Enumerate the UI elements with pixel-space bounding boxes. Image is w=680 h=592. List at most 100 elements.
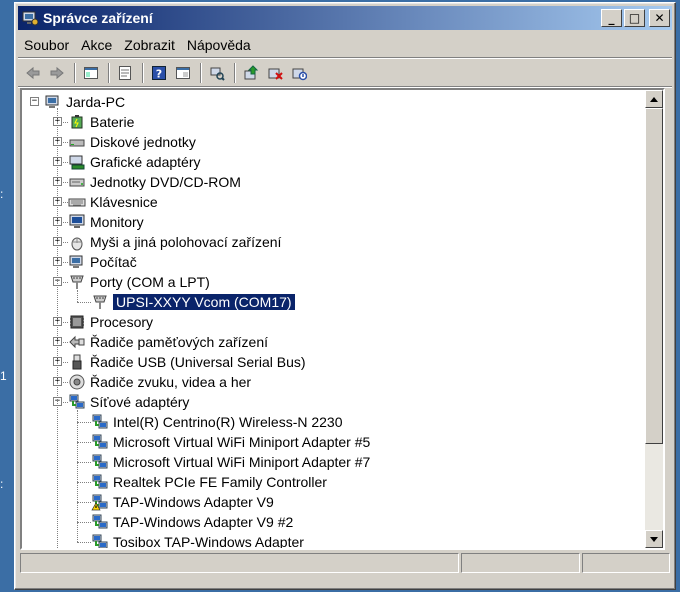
scroll-up-button[interactable]: [645, 90, 663, 108]
maximize-button[interactable]: □: [624, 9, 645, 27]
tree-line: [77, 542, 91, 543]
forward-icon[interactable]: [46, 63, 68, 83]
toolbar-separator: [234, 63, 236, 83]
tree-label: Síťové adaptéry: [90, 394, 190, 410]
network-adapter-icon: [91, 433, 109, 451]
device-tree[interactable]: − Jarda-PC + Baterie + Diskové jednotky + Grafi…: [20, 88, 665, 550]
scroll-down-button[interactable]: [645, 530, 663, 548]
tree-category[interactable]: Počítač: [68, 252, 137, 272]
update-driver-icon[interactable]: [240, 63, 262, 83]
tree-category[interactable]: Procesory: [68, 312, 153, 332]
status-panel: [20, 553, 459, 573]
computer-icon: [68, 253, 86, 271]
processor-icon: [68, 313, 86, 331]
tree-device[interactable]: Realtek PCIe FE Family Controller: [91, 472, 327, 492]
tree-category[interactable]: Řadiče paměťových zařízení: [68, 332, 268, 352]
tree-label: Klávesnice: [90, 194, 158, 210]
svg-text:?: ?: [156, 68, 162, 81]
tree-label: Procesory: [90, 314, 154, 330]
tree-category[interactable]: Síťové adaptéry: [68, 392, 189, 412]
uninstall-icon[interactable]: [264, 63, 286, 83]
tree-line: [77, 462, 91, 463]
tree-label: UPSI-XXYY Vcom (COM17): [112, 293, 296, 311]
network-adapter-icon: [68, 393, 86, 411]
tree-category[interactable]: Klávesnice: [68, 192, 158, 212]
tree-label: Diskové jednotky: [90, 134, 196, 150]
window-title: Správce zařízení: [43, 10, 153, 26]
sound-icon: [68, 373, 86, 391]
tree-line: [77, 302, 91, 303]
port-icon: [68, 273, 86, 291]
tree-category[interactable]: Řadiče zvuku, videa a her: [68, 372, 251, 392]
menu-zobrazit[interactable]: Zobrazit: [118, 37, 181, 53]
tree-line: [77, 482, 91, 483]
tree-label: Řadiče USB (Universal Serial Bus): [90, 354, 306, 370]
vertical-scrollbar[interactable]: [645, 90, 663, 548]
tree-line: [77, 290, 78, 302]
menu-akce[interactable]: Akce: [75, 37, 118, 53]
tree-category[interactable]: Grafické adaptéry: [68, 152, 201, 172]
tree-label: Intel(R) Centrino(R) Wireless-N 2230: [113, 414, 343, 430]
device-manager-window: Správce zařízení _ □ ✕ Soubor Akce Zobra…: [14, 2, 676, 590]
network-adapter-icon: [91, 413, 109, 431]
tree-label: Microsoft Virtual WiFi Miniport Adapter …: [113, 434, 371, 450]
collapse-icon[interactable]: −: [30, 97, 39, 106]
disk-drive-icon: [68, 133, 86, 151]
tree-category[interactable]: Porty (COM a LPT): [68, 272, 210, 292]
tree-label: TAP-Windows Adapter V9 #2: [113, 514, 294, 530]
tree-device[interactable]: Tosibox TAP-Windows Adapter: [91, 532, 304, 548]
tree-label: Jednotky DVD/CD-ROM: [90, 174, 241, 190]
menu-soubor[interactable]: Soubor: [18, 37, 75, 53]
tree-category[interactable]: Řadiče USB (Universal Serial Bus): [68, 352, 306, 372]
tree-device[interactable]: Microsoft Virtual WiFi Miniport Adapter …: [91, 432, 370, 452]
menu-napoveda[interactable]: Nápověda: [181, 37, 257, 53]
tree-line: [77, 442, 91, 443]
back-icon[interactable]: [22, 63, 44, 83]
tree-device[interactable]: UPSI-XXYY Vcom (COM17): [91, 292, 296, 312]
tree-device[interactable]: TAP-Windows Adapter V9 #2: [91, 512, 293, 532]
tree-label: Jarda-PC: [66, 94, 126, 110]
network-adapter-warning-icon: [91, 493, 109, 511]
tree-device[interactable]: TAP-Windows Adapter V9: [91, 492, 274, 512]
usb-icon: [68, 353, 86, 371]
tree-device[interactable]: Microsoft Virtual WiFi Miniport Adapter …: [91, 452, 370, 472]
tree-category[interactable]: Diskové jednotky: [68, 132, 196, 152]
scan-hardware-icon[interactable]: [206, 63, 228, 83]
tree-category[interactable]: Myši a jiná polohovací zařízení: [68, 232, 281, 252]
network-adapter-icon: [91, 453, 109, 471]
tree-label: Microsoft Virtual WiFi Miniport Adapter …: [113, 454, 371, 470]
toolbar: ?: [18, 60, 672, 87]
tree-label: Myši a jiná polohovací zařízení: [90, 234, 282, 250]
close-button[interactable]: ✕: [649, 9, 670, 27]
status-bar: [20, 553, 672, 575]
tree-label: Realtek PCIe FE Family Controller: [113, 474, 327, 490]
keyboard-icon: [68, 193, 86, 211]
tree-category[interactable]: Monitory: [68, 212, 144, 232]
tree-line: [77, 502, 91, 503]
desktop-mark: :: [0, 187, 4, 201]
disable-icon[interactable]: [288, 63, 310, 83]
tree-label: Řadiče paměťových zařízení: [90, 334, 269, 350]
minimize-button[interactable]: _: [601, 9, 622, 27]
tree-label: Počítač: [90, 254, 137, 270]
tree-category[interactable]: Baterie: [68, 112, 134, 132]
dvd-drive-icon: [68, 173, 86, 191]
properties-icon[interactable]: [114, 63, 136, 83]
show-hide-tree-icon[interactable]: [80, 63, 102, 83]
display-adapter-icon: [68, 153, 86, 171]
toolbar-separator: [200, 63, 202, 83]
view-icon[interactable]: [172, 63, 194, 83]
tree-line: [77, 410, 78, 542]
network-adapter-icon: [91, 473, 109, 491]
tree-device[interactable]: Intel(R) Centrino(R) Wireless-N 2230: [91, 412, 343, 432]
tree-label: Porty (COM a LPT): [90, 274, 210, 290]
tree-label: TAP-Windows Adapter V9: [113, 494, 274, 510]
title-bar[interactable]: Správce zařízení _ □ ✕: [18, 6, 672, 30]
scroll-thumb[interactable]: [645, 108, 663, 444]
mouse-icon: [68, 233, 86, 251]
storage-controller-icon: [68, 333, 86, 351]
tree-category[interactable]: Jednotky DVD/CD-ROM: [68, 172, 241, 192]
help-icon[interactable]: ?: [148, 63, 170, 83]
toolbar-separator: [74, 63, 76, 83]
battery-icon: [68, 113, 86, 131]
